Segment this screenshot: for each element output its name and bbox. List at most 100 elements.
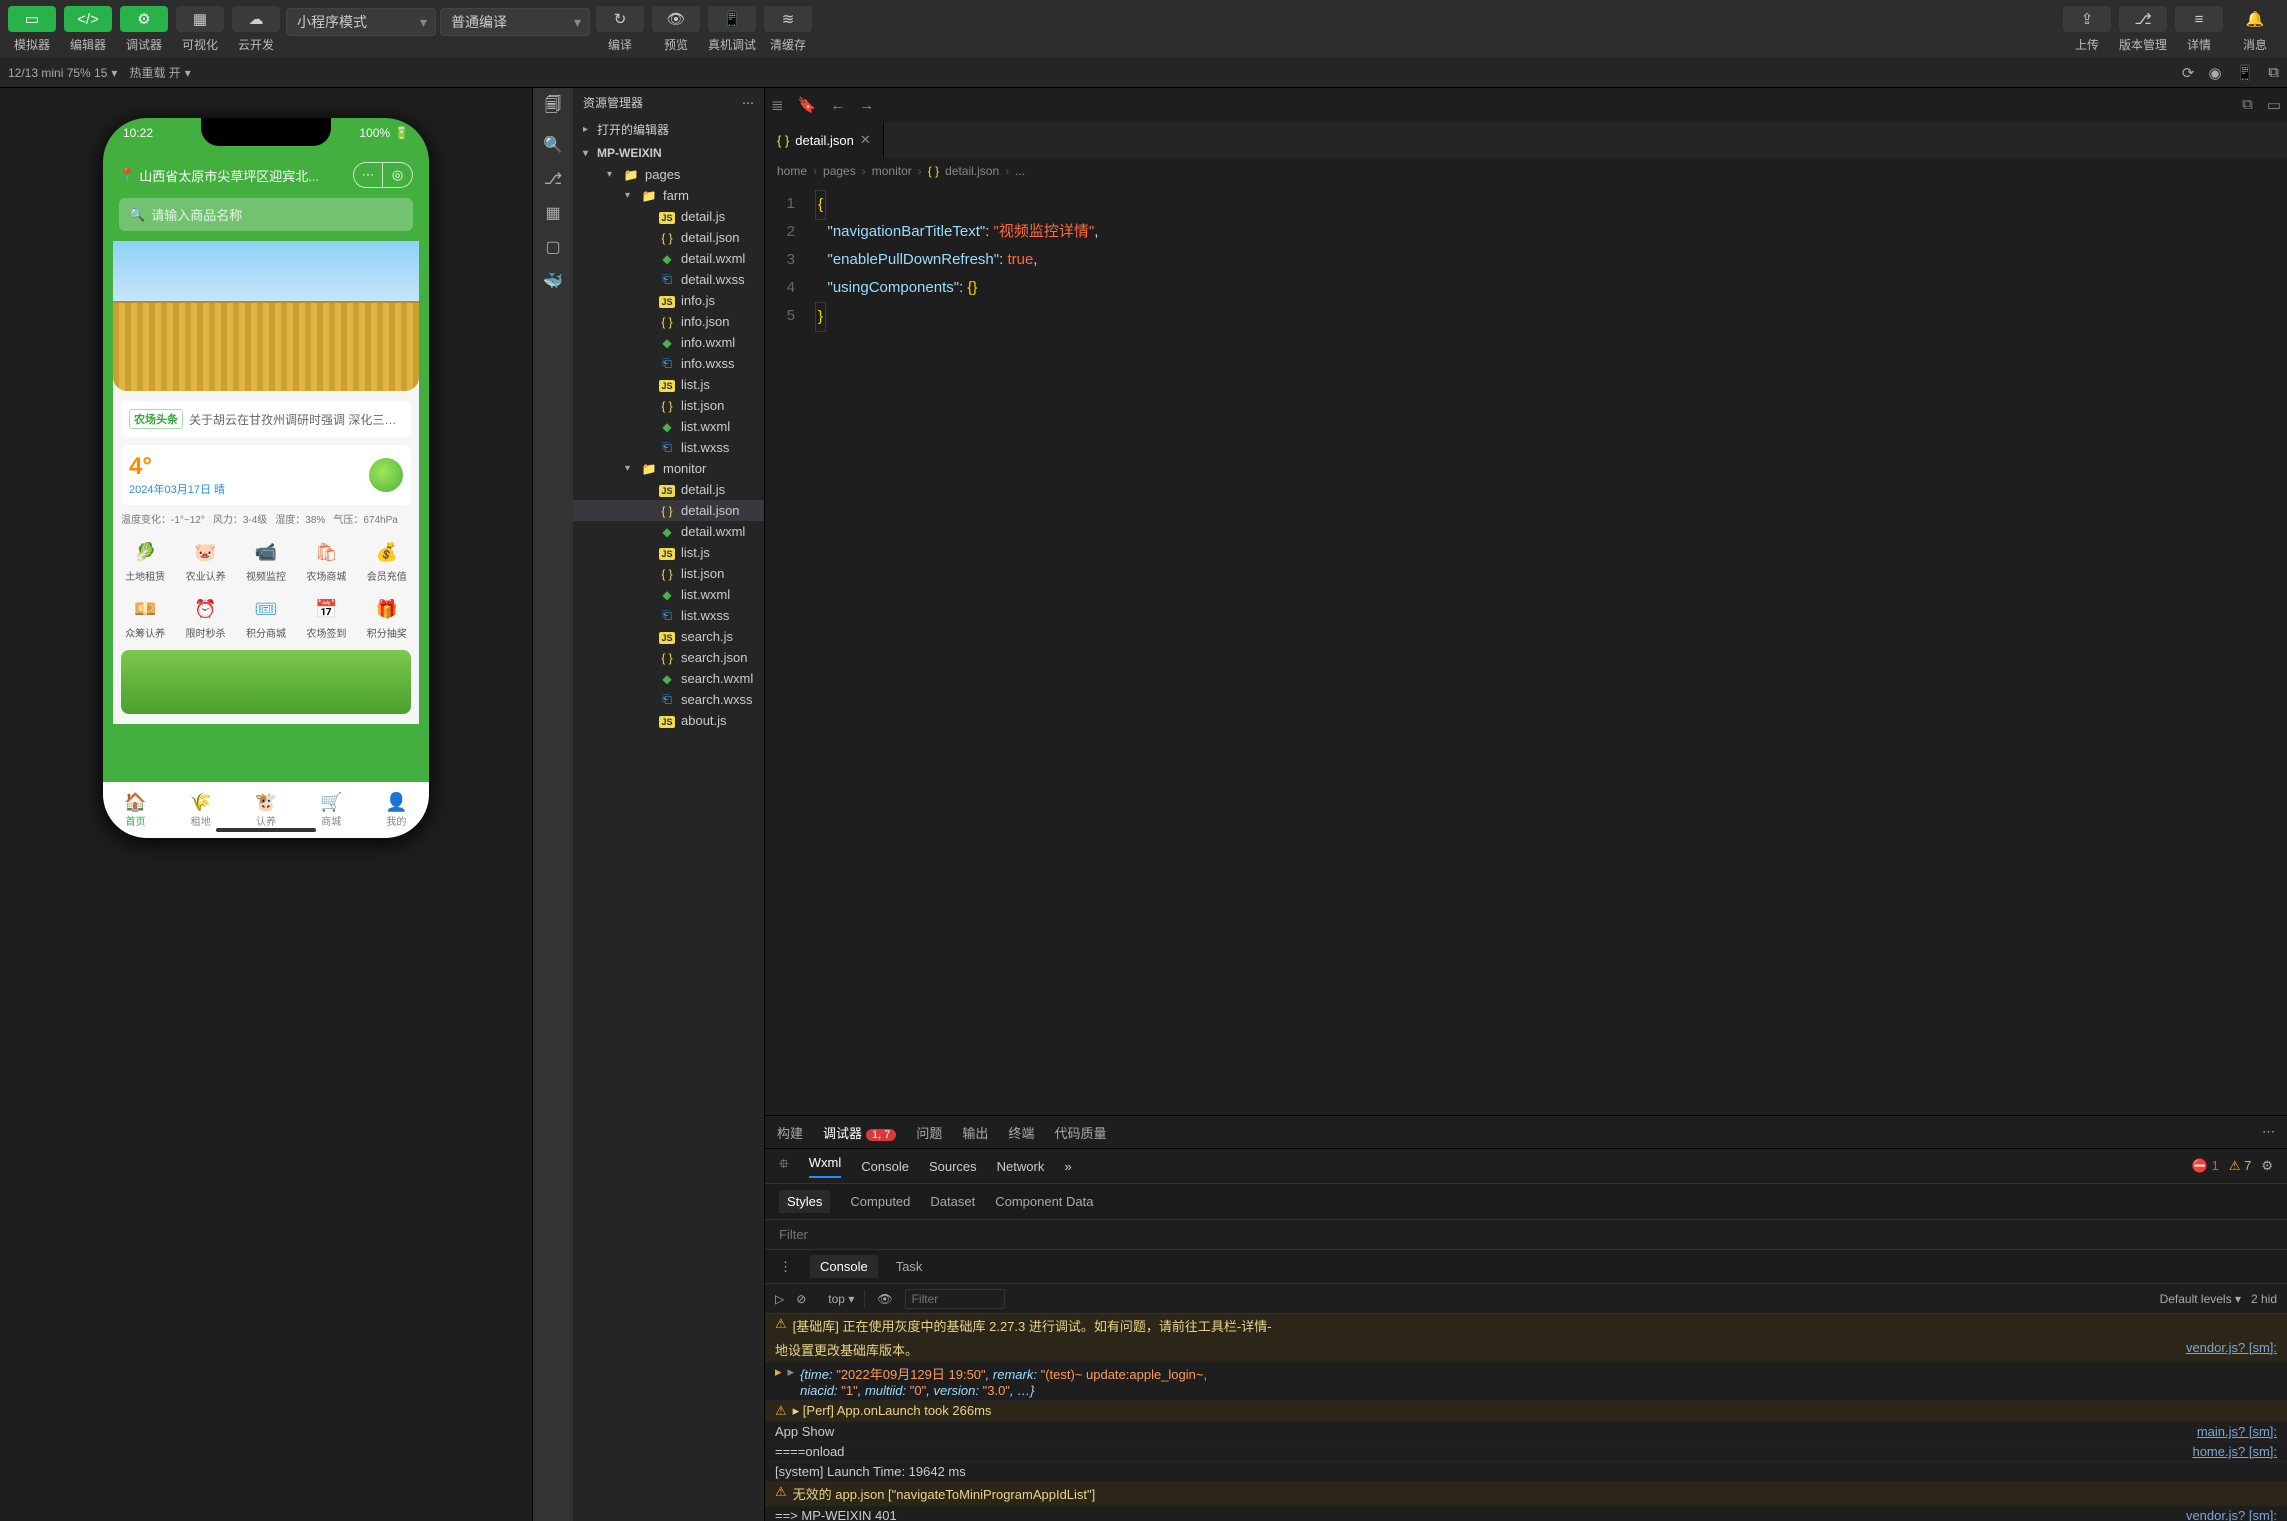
log-source-link[interactable]: home.js? [sm]: (2192, 1444, 2277, 1459)
console-filter-input[interactable] (905, 1289, 1005, 1309)
file-item[interactable]: ◆list.wxml (573, 584, 764, 605)
message-button[interactable]: 🔔消息 (2229, 4, 2281, 54)
box-icon[interactable]: ▢ (545, 237, 560, 257)
file-item[interactable]: ⎗search.wxss (573, 689, 764, 710)
files-icon[interactable]: 🗐 (545, 94, 561, 121)
tab-me[interactable]: 👤我的 (364, 782, 429, 838)
file-item[interactable]: ◆detail.wxml (573, 521, 764, 542)
file-item[interactable]: { }detail.json (573, 500, 764, 521)
file-item[interactable]: { }list.json (573, 563, 764, 584)
search-input[interactable]: 🔍请输入商品名称 (119, 198, 413, 231)
file-item[interactable]: ◆list.wxml (573, 416, 764, 437)
log-source-link[interactable]: vendor.js? [sm]: (2186, 1340, 2277, 1355)
breadcrumb[interactable]: home› pages› monitor› { }detail.json› ..… (765, 158, 2287, 184)
file-item[interactable]: ⎗list.wxss (573, 437, 764, 458)
devtab-more-icon[interactable]: » (1064, 1159, 1071, 1174)
grid-item[interactable]: 📹视频监控 (238, 536, 294, 583)
tab-code-quality[interactable]: 代码质量 (1054, 1123, 1106, 1142)
code-editor[interactable]: 12345 { "navigationBarTitleText": "视频监控详… (765, 184, 2287, 1115)
file-item[interactable]: { }search.json (573, 647, 764, 668)
editor-button[interactable]: </>编辑器 (62, 4, 114, 54)
file-item[interactable]: { }info.json (573, 311, 764, 332)
rotate-icon[interactable]: ⟳ (2182, 64, 2195, 82)
drawer-task[interactable]: Task (896, 1259, 923, 1274)
grid-item[interactable]: 💴众筹认养 (117, 593, 173, 640)
visualize-button[interactable]: ▦可视化 (174, 4, 226, 54)
compile-select[interactable]: 普通编译 (440, 8, 590, 36)
file-item[interactable]: { }list.json (573, 395, 764, 416)
styles-tab-component[interactable]: Component Data (995, 1194, 1093, 1209)
play-icon[interactable]: ▷ (775, 1292, 784, 1306)
styles-tab-computed[interactable]: Computed (850, 1194, 910, 1209)
grid-item[interactable]: 🎁积分抽奖 (359, 593, 415, 640)
file-item[interactable]: ⎗detail.wxss (573, 269, 764, 290)
tab-build[interactable]: 构建 (777, 1123, 803, 1142)
log-source-link[interactable]: main.js? [sm]: (2197, 1424, 2277, 1439)
cloud-button[interactable]: ☁云开发 (230, 4, 282, 54)
split-icon[interactable]: ⧉ (2242, 96, 2253, 114)
grid-item[interactable]: 📅农场签到 (298, 593, 354, 640)
clear-cache-button[interactable]: ≋清缓存 (762, 4, 814, 54)
ext-icon[interactable]: ▦ (545, 203, 560, 223)
log-source-link[interactable]: vendor.js? [sm]: (2186, 1508, 2277, 1521)
open-editors-section[interactable]: ▸打开的编辑器 (573, 117, 764, 142)
hot-reload-toggle[interactable]: 热重载 开 ▾ (129, 64, 190, 81)
snapshot-icon[interactable]: ⧉ (2268, 64, 2279, 82)
file-item[interactable]: ⎗list.wxss (573, 605, 764, 626)
device-select[interactable]: 12/13 mini 75% 15 ▾ (8, 66, 117, 80)
remote-debug-button[interactable]: 📱真机调试 (706, 4, 758, 54)
styles-filter-input[interactable] (779, 1227, 2273, 1242)
tab-terminal[interactable]: 终端 (1008, 1123, 1034, 1142)
file-item[interactable]: JSinfo.js (573, 290, 764, 311)
panel-more-icon[interactable]: ⋯ (2262, 1124, 2275, 1140)
news-ticker[interactable]: 农场头条 关于胡云在甘孜州调研时强调 深化三产融合 助力... (121, 401, 411, 437)
location-text[interactable]: 山西省太原市尖草坪区迎宾北... (139, 166, 319, 185)
file-item[interactable]: JSabout.js (573, 710, 764, 731)
file-item[interactable]: JSdetail.js (573, 206, 764, 227)
folder-item[interactable]: ▾📁pages (573, 164, 764, 185)
outline-icon[interactable]: ≣ (771, 96, 784, 114)
grid-item[interactable]: 🛍农场商城 (298, 536, 354, 583)
tab-debugger[interactable]: 调试器1, 7 (823, 1123, 896, 1142)
styles-tab-dataset[interactable]: Dataset (930, 1194, 975, 1209)
forward-icon[interactable]: → (859, 97, 874, 114)
devtab-wxml[interactable]: Wxml (809, 1155, 842, 1178)
upload-button[interactable]: ⇪上传 (2061, 4, 2113, 54)
mode-select[interactable]: 小程序模式 (286, 8, 436, 36)
grid-item[interactable]: 🐷农业认养 (177, 536, 233, 583)
inspect-icon[interactable]: ⯐ (779, 1155, 789, 1177)
file-item[interactable]: JSlist.js (573, 374, 764, 395)
gear-icon[interactable]: ⚙ (2261, 1158, 2273, 1174)
details-button[interactable]: ≡详情 (2173, 4, 2225, 54)
layout-icon[interactable]: ▭ (2267, 96, 2281, 114)
drawer-menu-icon[interactable]: ⋮ (779, 1259, 792, 1275)
file-item[interactable]: JSlist.js (573, 542, 764, 563)
error-count[interactable]: ⛔ 1 (2192, 1158, 2219, 1174)
project-section[interactable]: ▾MP-WEIXIN (573, 142, 764, 164)
debugger-button[interactable]: ⚙调试器 (118, 4, 170, 54)
more-icon[interactable]: ⋯ (742, 96, 754, 110)
file-item[interactable]: ◆search.wxml (573, 668, 764, 689)
editor-tab-active[interactable]: { } detail.json ✕ (765, 122, 884, 158)
file-item[interactable]: JSsearch.js (573, 626, 764, 647)
folder-item[interactable]: ▾📁monitor (573, 458, 764, 479)
preview-button[interactable]: 👁预览 (650, 4, 702, 54)
eye-icon[interactable]: 👁 (877, 1292, 892, 1306)
simulator-button[interactable]: ▭模拟器 (6, 4, 58, 54)
devtab-console[interactable]: Console (861, 1159, 909, 1174)
stop-icon[interactable]: ◉ (2209, 64, 2222, 82)
console-log[interactable]: ⚠[基础库] 正在使用灰度中的基础库 2.27.3 进行调试。如有问题，请前往工… (765, 1314, 2287, 1521)
drawer-console[interactable]: Console (810, 1255, 878, 1278)
compile-button[interactable]: ↻编译 (594, 4, 646, 54)
warn-count[interactable]: ⚠ 7 (2229, 1158, 2252, 1174)
tab-output[interactable]: 输出 (962, 1123, 988, 1142)
clear-icon[interactable]: ⊘ (796, 1292, 806, 1306)
hero-banner[interactable] (113, 241, 419, 391)
context-select[interactable]: top ▾ (818, 1290, 865, 1308)
grid-item[interactable]: 💰会员充值 (359, 536, 415, 583)
styles-tab-styles[interactable]: Styles (779, 1190, 830, 1213)
file-item[interactable]: { }detail.json (573, 227, 764, 248)
docker-icon[interactable]: 🐳 (543, 271, 563, 291)
promo-banner[interactable] (121, 650, 411, 714)
grid-item[interactable]: ⏰限时秒杀 (177, 593, 233, 640)
